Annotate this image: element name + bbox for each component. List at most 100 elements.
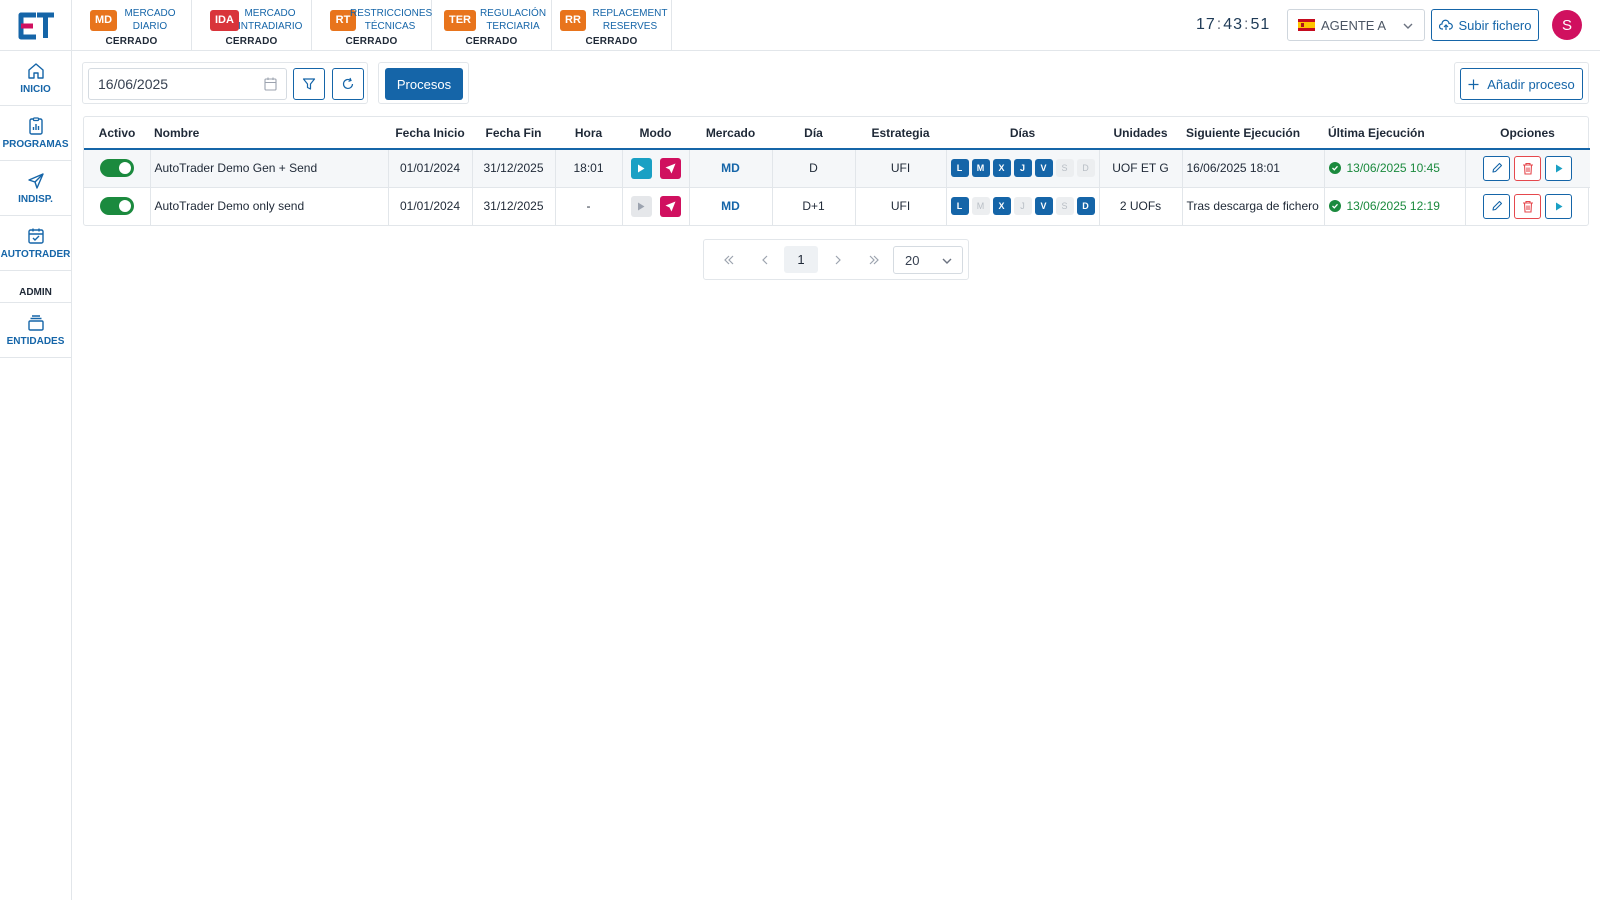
user-avatar[interactable]: S xyxy=(1552,10,1582,40)
col-header-dias[interactable]: Días xyxy=(946,117,1099,150)
rows-per-page-value: 20 xyxy=(905,252,920,268)
col-header-hora[interactable]: Hora xyxy=(555,117,622,150)
col-header-estrategia[interactable]: Estrategia xyxy=(855,117,946,150)
upload-file-button[interactable]: Subir fichero xyxy=(1431,9,1539,41)
col-header-dia[interactable]: Día xyxy=(772,117,855,150)
et-logo-icon xyxy=(18,12,54,39)
cell-dias: L M X J V S D xyxy=(946,149,1100,188)
filter-button[interactable] xyxy=(293,68,325,100)
upload-label: Subir fichero xyxy=(1458,17,1532,33)
col-header-siguiente-ejecucion[interactable]: Siguiente Ejecución xyxy=(1182,117,1324,150)
market-state: CERRADO xyxy=(585,36,638,47)
chevron-down-icon xyxy=(942,258,952,264)
cell-ultima-ejecucion: 13/06/2025 10:45 xyxy=(1324,149,1466,188)
run-button[interactable] xyxy=(1545,155,1573,181)
cell-siguiente-ejecucion: Tras descarga de fichero xyxy=(1182,187,1325,225)
col-header-mercado[interactable]: Mercado xyxy=(689,117,772,150)
sidebar-item-label: INDISP. xyxy=(18,193,53,205)
last-page-button[interactable] xyxy=(857,246,891,273)
mode-generate-icon xyxy=(630,157,652,179)
col-header-fecha-inicio[interactable]: Fecha Inicio xyxy=(388,117,472,150)
market-rr[interactable]: RR REPLACEMENT RESERVES CERRADO xyxy=(552,0,672,50)
spain-flag-icon xyxy=(1298,19,1315,31)
rows-per-page-select[interactable]: 20 xyxy=(893,246,963,274)
sidebar-item-inicio[interactable]: INICIO xyxy=(0,51,71,106)
sidebar-section-admin: ADMIN xyxy=(0,271,71,303)
edit-button[interactable] xyxy=(1483,155,1511,181)
add-process-label: Añadir proceso xyxy=(1487,76,1575,92)
processes-button[interactable]: Procesos xyxy=(385,68,463,100)
table-row[interactable]: AutoTrader Demo only send 01/01/2024 31/… xyxy=(84,187,1590,225)
app-logo[interactable] xyxy=(0,0,72,51)
cell-fecha-fin: 31/12/2025 xyxy=(472,149,556,188)
table-row[interactable]: AutoTrader Demo Gen + Send 01/01/2024 31… xyxy=(84,149,1590,188)
col-header-unidades[interactable]: Unidades xyxy=(1099,117,1182,150)
market-name: REGULACIÓN TERCIARIA xyxy=(479,8,547,32)
check-circle-icon xyxy=(1328,162,1341,175)
col-header-modo[interactable]: Modo xyxy=(622,117,689,150)
col-header-nombre[interactable]: Nombre xyxy=(150,117,388,150)
trash-icon xyxy=(1522,162,1533,175)
refresh-button[interactable] xyxy=(332,68,364,100)
market-md[interactable]: MD MERCADO DIARIO CERRADO xyxy=(72,0,192,50)
agent-select[interactable]: AGENTE A xyxy=(1287,9,1425,41)
sidebar-item-programas[interactable]: PROGRAMAS xyxy=(0,106,71,161)
plus-icon xyxy=(1468,79,1479,89)
cell-modo xyxy=(622,187,690,225)
page-number[interactable]: 1 xyxy=(784,246,818,273)
cell-fecha-inicio: 01/01/2024 xyxy=(388,187,473,225)
check-circle-icon xyxy=(1328,200,1341,213)
processes-toolbar: Procesos xyxy=(378,62,469,104)
market-ida[interactable]: IDA MERCADO INTRADIARIO CERRADO xyxy=(192,0,312,50)
cell-nombre: AutoTrader Demo Gen + Send xyxy=(150,149,389,188)
cell-dias: L M X J V S D xyxy=(946,187,1100,225)
market-rt[interactable]: RT RESTRICCIONES TÉCNICAS CERRADO xyxy=(312,0,432,50)
add-process-button[interactable]: Añadir proceso xyxy=(1460,68,1583,100)
market-state: CERRADO xyxy=(105,36,158,47)
calendar-check-icon xyxy=(27,228,44,244)
edit-button[interactable] xyxy=(1483,193,1511,219)
cell-dia: D+1 xyxy=(772,187,856,225)
prev-page-button[interactable] xyxy=(748,246,782,273)
top-bar: MD MERCADO DIARIO CERRADO IDA MERCADO INTR… xyxy=(0,0,1600,51)
day-chip: J xyxy=(1013,197,1032,216)
next-page-button[interactable] xyxy=(821,246,855,273)
sidebar-item-indisp[interactable]: INDISP. xyxy=(0,161,71,216)
delete-button[interactable] xyxy=(1514,193,1542,219)
chevron-down-icon xyxy=(1403,23,1413,29)
col-header-activo[interactable]: Activo xyxy=(84,117,150,150)
col-header-ultima-ejecucion[interactable]: Última Ejecución xyxy=(1324,117,1465,150)
run-button[interactable] xyxy=(1545,193,1573,219)
market-name: REPLACEMENT RESERVES xyxy=(592,8,668,32)
pagination: 1 20 xyxy=(703,239,969,280)
market-ter[interactable]: TER REGULACIÓN TERCIARIA CERRADO xyxy=(432,0,552,50)
cell-hora: 18:01 xyxy=(555,149,623,188)
sidebar-item-entidades[interactable]: ENTIDADES xyxy=(0,303,71,358)
market-badge: RR xyxy=(560,10,586,31)
day-chip: V xyxy=(1034,159,1053,178)
cell-unidades: UOF ET G xyxy=(1099,149,1183,188)
cell-mercado: MD xyxy=(689,187,773,225)
date-input[interactable]: 16/06/2025 xyxy=(88,68,287,100)
home-icon xyxy=(27,62,44,79)
cell-fecha-fin: 31/12/2025 xyxy=(472,187,556,225)
send-icon xyxy=(27,172,44,189)
cell-opciones xyxy=(1465,187,1590,225)
chart-clipboard-icon xyxy=(28,116,43,135)
cell-hora: - xyxy=(555,187,623,225)
last-execution-time: 13/06/2025 12:19 xyxy=(1346,199,1440,214)
refresh-icon xyxy=(342,77,354,90)
agent-name: AGENTE A xyxy=(1321,17,1387,33)
active-toggle[interactable] xyxy=(99,197,134,216)
col-header-fecha-fin[interactable]: Fecha Fin xyxy=(472,117,555,150)
cell-modo xyxy=(622,149,690,188)
sidebar-item-autotrader[interactable]: AUTOTRADER xyxy=(0,216,71,271)
day-chip: S xyxy=(1055,159,1074,178)
delete-button[interactable] xyxy=(1514,155,1542,181)
cell-activo xyxy=(84,149,151,188)
first-page-button[interactable] xyxy=(712,246,746,273)
processes-table: Activo Nombre Fecha Inicio Fecha Fin Hor… xyxy=(83,116,1590,226)
day-chip: M xyxy=(971,197,990,216)
active-toggle[interactable] xyxy=(99,159,134,178)
day-chip: D xyxy=(1076,159,1095,178)
